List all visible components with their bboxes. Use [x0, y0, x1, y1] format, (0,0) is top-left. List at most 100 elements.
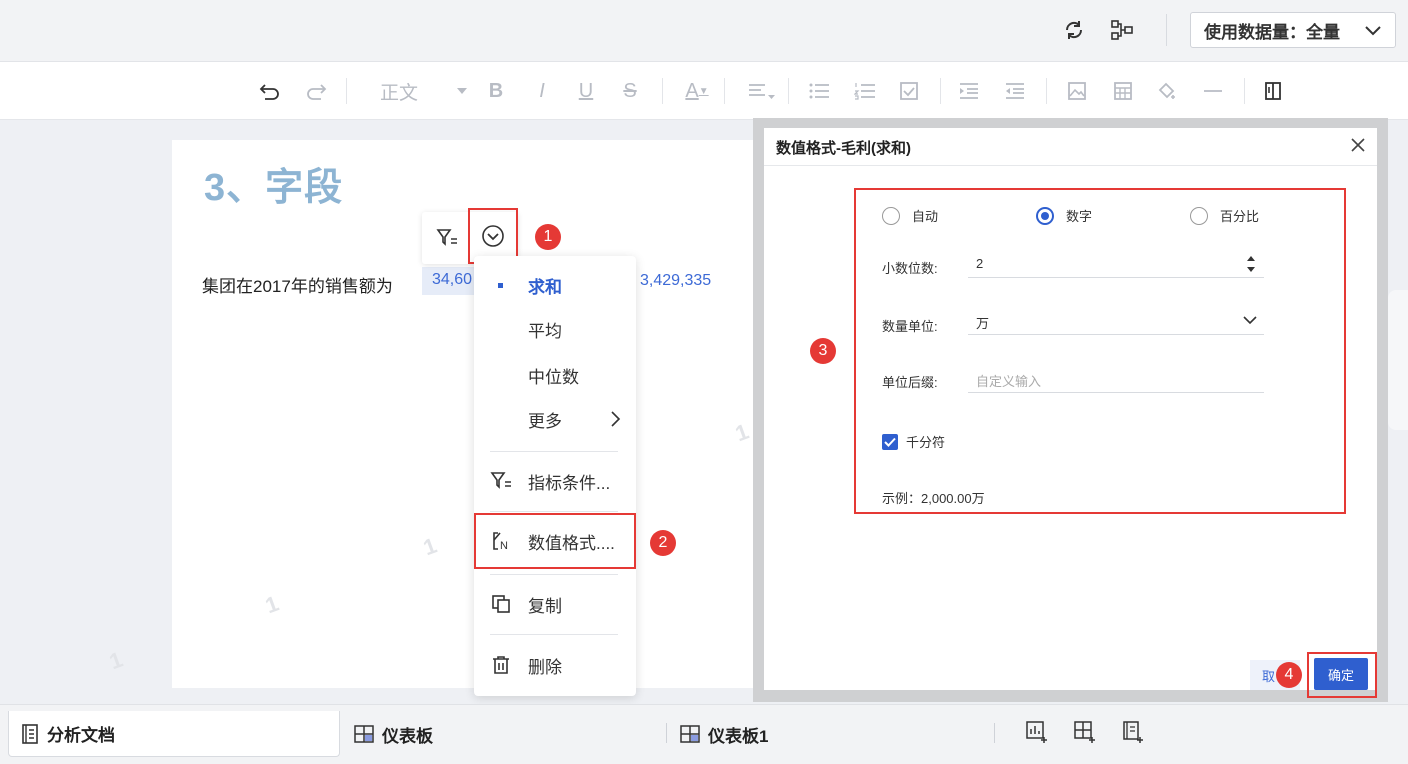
toolbar-divider [940, 78, 941, 104]
menu-item-average[interactable]: 平均 [474, 309, 636, 349]
refresh-icon[interactable] [1062, 18, 1086, 42]
menu-item-copy[interactable]: 复制 [474, 584, 636, 624]
italic-icon[interactable]: I [532, 79, 552, 103]
dialog-header: 数值格式-毛利(求和) [764, 128, 1377, 166]
suffix-label: 单位后缀: [882, 375, 938, 390]
align-icon[interactable] [746, 79, 778, 103]
radio-percent[interactable]: 百分比 [1190, 206, 1259, 225]
tab-divider [994, 723, 995, 743]
selected-dot-icon [498, 283, 503, 288]
radio-label: 百分比 [1220, 209, 1260, 224]
step-marker: 4 [1276, 662, 1302, 688]
watermark: 1 [419, 532, 440, 561]
filter-icon[interactable] [436, 228, 458, 253]
menu-item-label: 复制 [528, 596, 562, 616]
bold-icon[interactable]: B [486, 79, 506, 103]
checkbox-checked-icon [882, 433, 898, 450]
decimal-places-value: 2 [976, 256, 984, 271]
strikethrough-icon[interactable]: S [620, 79, 640, 103]
radio-circle [882, 206, 900, 225]
image-icon[interactable] [1066, 79, 1088, 103]
add-component-icon[interactable] [1024, 719, 1050, 745]
menu-item-more[interactable]: 更多 [474, 399, 636, 439]
unit-select[interactable]: 万 [968, 307, 1264, 335]
link-icon[interactable] [1156, 79, 1178, 103]
menu-item-delete[interactable]: 删除 [474, 645, 636, 685]
toolbar-divider [1244, 78, 1245, 104]
menu-divider [490, 574, 618, 575]
underline-icon[interactable]: U [576, 79, 596, 103]
chevron-circle-icon [482, 225, 504, 247]
radio-number[interactable]: 数字 [1036, 206, 1092, 225]
thousands-separator-checkbox[interactable]: 千分符 [882, 432, 945, 451]
toolbar-divider [346, 78, 347, 104]
close-icon[interactable] [1349, 136, 1367, 159]
menu-item-median[interactable]: 中位数 [474, 355, 636, 395]
dashboard-icon [354, 725, 374, 743]
tab-label: 仪表板1 [708, 726, 769, 746]
stepper-arrows-icon[interactable] [1246, 254, 1256, 277]
radio-circle [1190, 206, 1208, 225]
checkbox-label: 千分符 [906, 435, 946, 450]
divider-icon[interactable] [1202, 79, 1224, 103]
redo-icon[interactable] [304, 79, 328, 103]
table-icon[interactable] [1112, 79, 1134, 103]
radio-auto[interactable]: 自动 [882, 206, 938, 225]
confirm-button[interactable]: 确定 [1314, 658, 1368, 690]
chevron-right-icon [610, 410, 622, 433]
menu-item-label: 指标条件... [528, 473, 611, 493]
dashboard-icon [680, 725, 700, 743]
menu-item-label: 中位数 [528, 367, 579, 387]
step-marker: 1 [535, 224, 561, 250]
tab-dashboard[interactable]: 仪表板 [354, 711, 433, 757]
menu-divider [490, 634, 618, 635]
step-marker: 3 [810, 338, 836, 364]
outdent-icon[interactable] [1004, 79, 1026, 103]
field-value[interactable]: 3,429,335 [640, 272, 711, 290]
bottom-tab-bar: 分析文档 仪表板 仪表板1 [0, 704, 1408, 764]
toolbar-divider [724, 78, 725, 104]
bullet-list-icon[interactable] [808, 79, 830, 103]
suffix-input[interactable]: 自定义输入 [968, 365, 1264, 393]
highlight-box [474, 513, 636, 569]
data-volume-label: 使用数据量：全量 [1204, 22, 1340, 42]
indent-icon[interactable] [958, 79, 980, 103]
decimal-places-label: 小数位数: [882, 261, 938, 276]
add-dashboard-icon[interactable] [1072, 719, 1098, 745]
watermark: 1 [731, 418, 752, 447]
data-volume-select[interactable]: 使用数据量：全量 [1190, 12, 1396, 48]
paragraph-style-select[interactable]: 正文 [380, 79, 470, 104]
number-format-dialog: 数值格式-毛利(求和) 自动 数字 百分比 小数位数: 2 数量单位: 万 单位… [764, 128, 1377, 698]
section-heading: 3、字段 [204, 167, 344, 209]
paragraph-style-label: 正文 [380, 82, 419, 104]
unit-label: 数量单位: [882, 319, 938, 334]
add-document-icon[interactable] [1120, 719, 1146, 745]
undo-icon[interactable] [258, 79, 282, 103]
chevron-down-icon [1363, 21, 1383, 44]
filter-icon [490, 470, 512, 492]
decimal-places-stepper[interactable]: 2 [968, 250, 1264, 278]
toolbar-divider [662, 78, 663, 104]
watermark: 1 [105, 646, 126, 675]
format-options-panel: 自动 数字 百分比 小数位数: 2 数量单位: 万 单位后缀: 自定义输入 千分… [854, 188, 1346, 514]
trash-icon [490, 654, 512, 676]
panel-icon[interactable] [1262, 79, 1284, 103]
menu-item-filter-condition[interactable]: 指标条件... [474, 461, 636, 501]
menu-item-sum[interactable]: 求和 [474, 265, 636, 305]
menu-item-label: 求和 [528, 277, 562, 297]
side-panel-edge [1388, 290, 1408, 430]
topbar-divider [1166, 14, 1167, 46]
tab-analysis-document[interactable]: 分析文档 [8, 711, 340, 757]
paragraph-text: 集团在2017年的销售额为 [202, 277, 393, 296]
radio-circle-selected [1036, 206, 1054, 225]
font-color-icon[interactable]: A ▼ [682, 79, 712, 103]
watermark: 1 [261, 590, 282, 619]
format-example: 示例：2,000.00万 [882, 491, 985, 506]
step-marker: 2 [650, 530, 676, 556]
top-bar: 使用数据量：全量 [0, 0, 1408, 62]
tab-dashboard-1[interactable]: 仪表板1 [680, 711, 768, 757]
checklist-icon[interactable] [898, 79, 920, 103]
document-icon [21, 723, 39, 744]
tree-structure-icon[interactable] [1110, 18, 1134, 42]
numbered-list-icon[interactable] [854, 79, 876, 103]
